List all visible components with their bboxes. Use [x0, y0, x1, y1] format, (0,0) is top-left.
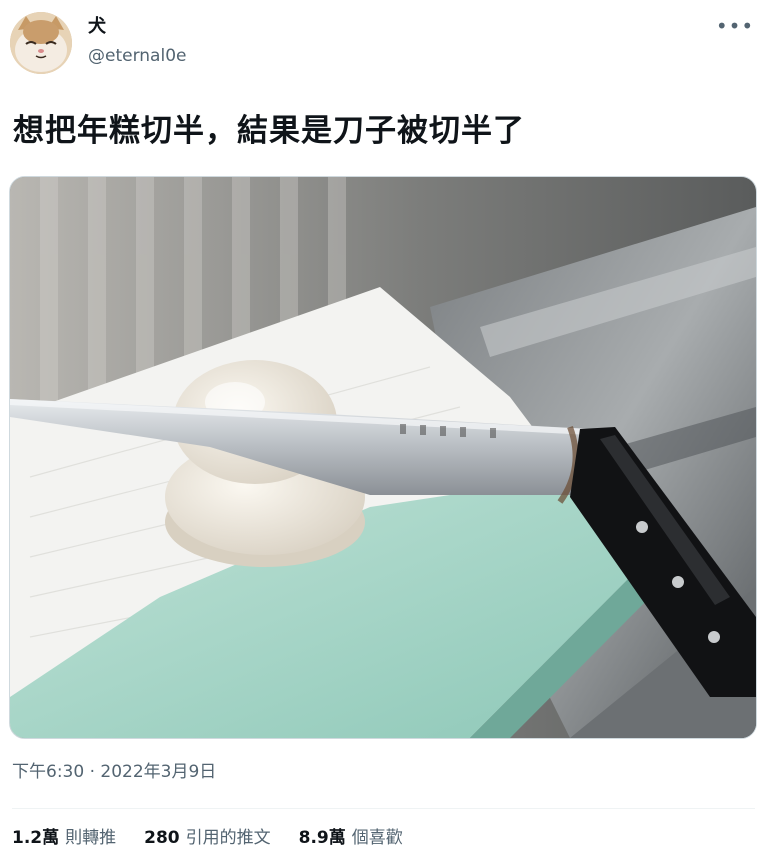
more-icon: ••• [715, 14, 755, 38]
retweets-count: 1.2萬 [12, 828, 60, 848]
cat-avatar-icon [10, 12, 72, 74]
retweets-stat[interactable]: 1.2萬 則轉推 [12, 826, 116, 850]
tweet-stats: 1.2萬 則轉推 280 引用的推文 8.9萬 個喜歡 [12, 826, 403, 850]
quote-tweets-stat[interactable]: 280 引用的推文 [144, 826, 271, 850]
quote-tweets-count: 280 [144, 828, 180, 848]
divider [12, 808, 755, 809]
tweet-text: 想把年糕切半，結果是刀子被切半了 [13, 113, 525, 149]
retweets-label: 則轉推 [65, 828, 117, 848]
avatar[interactable] [10, 12, 72, 74]
more-options-button[interactable]: ••• [715, 12, 755, 40]
knife-mochi-photo [10, 177, 756, 738]
likes-stat[interactable]: 8.9萬 個喜歡 [299, 826, 403, 850]
user-handle[interactable]: @eternal0e [88, 46, 186, 66]
tweet-photo[interactable] [9, 176, 757, 739]
likes-count: 8.9萬 [298, 828, 346, 848]
quote-tweets-label: 引用的推文 [185, 828, 271, 848]
tweet-timestamp[interactable]: 下午6:30 · 2022年3月9日 [12, 760, 216, 784]
likes-label: 個喜歡 [351, 828, 403, 848]
display-name[interactable]: 犬 [88, 16, 106, 38]
tweet-card: 犬 @eternal0e ••• 想把年糕切半，結果是刀子被切半了 下午6:30… [0, 0, 765, 861]
